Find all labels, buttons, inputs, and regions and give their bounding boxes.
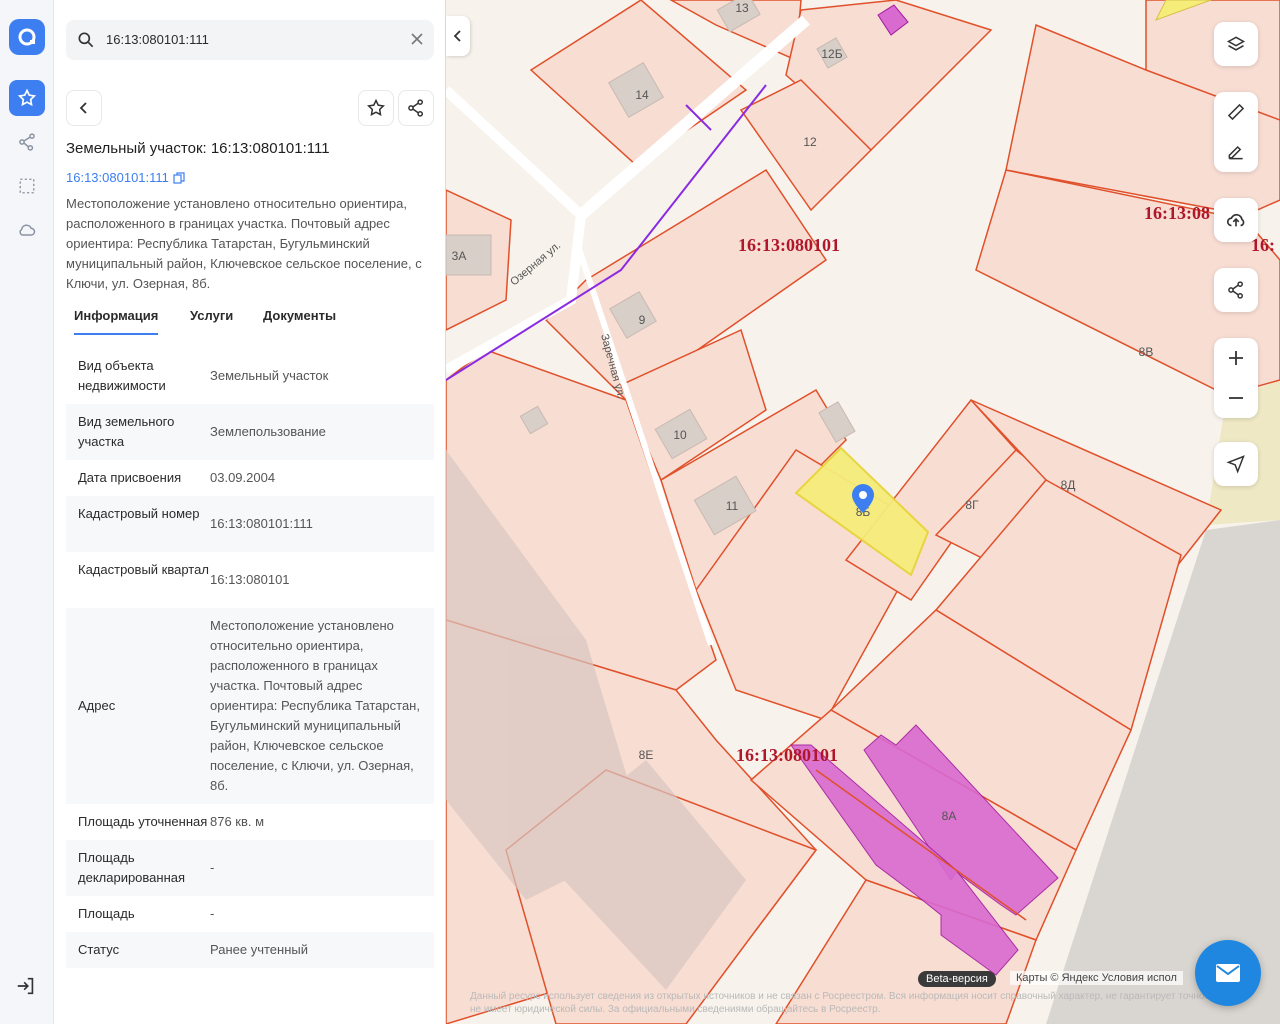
quarter-label: 16:13:080101 — [736, 745, 838, 765]
row-label: Площадь — [78, 906, 135, 921]
row-value: Землепользование — [210, 424, 326, 439]
row-value: Местоположение установлено относительно … — [210, 618, 420, 793]
location-description: Местоположение установлено относительно … — [66, 196, 422, 291]
parcel-label: 11 — [726, 499, 739, 513]
table-row: Вид объекта недвижимости Земельный участо… — [66, 348, 434, 404]
search-icon — [76, 30, 96, 55]
geolocate-button[interactable] — [1214, 442, 1258, 486]
tools-group — [1214, 92, 1258, 172]
row-label: Кадастровый номер — [78, 506, 200, 521]
table-row: Адрес Местоположение установлено относите… — [66, 608, 434, 804]
app-logo[interactable] — [9, 19, 45, 55]
tab-bar: Информация Услуги Документы — [66, 302, 436, 338]
row-value: 876 кв. м — [210, 814, 265, 829]
quarter-label: 16:13:080101 — [738, 235, 840, 255]
mail-icon — [1216, 964, 1240, 982]
navigation-arrow-icon — [1226, 455, 1245, 474]
parcel-label: 9 — [639, 313, 646, 327]
cadastral-map[interactable]: 13 14 12Б 12 3А 9 10 11 8Б 8Г 8Д 8В 8Е 8… — [446, 0, 1280, 1024]
mail-button[interactable] — [1195, 940, 1261, 1006]
table-row: Площадь уточненная 876 кв. м — [66, 804, 434, 840]
search-input[interactable]: 16:13:080101:111 — [106, 32, 209, 47]
table-row: Кадастровый квартал 16:13:080101 — [66, 552, 434, 608]
tab-services[interactable]: Услуги — [190, 308, 233, 323]
parcel-label: 3А — [452, 249, 467, 263]
cadastral-link-text[interactable]: 16:13:080101:111 — [66, 170, 169, 185]
row-value: 03.09.2004 — [210, 470, 276, 485]
table-row: Площадь декларированная - — [66, 840, 434, 896]
parcel-label: 8Г — [965, 498, 979, 512]
parcel-label: 8А — [942, 809, 957, 823]
ruler-icon[interactable] — [1226, 102, 1246, 122]
parcel-label: 8Е — [639, 748, 654, 762]
row-label: Вид объекта недвижимости — [78, 358, 166, 393]
parcel-label: 10 — [673, 428, 687, 442]
tab-information[interactable]: Информация — [74, 308, 159, 335]
copy-icon[interactable] — [173, 171, 185, 184]
row-value: 16:13:080101:111 — [210, 516, 313, 531]
map-share-button[interactable] — [1214, 268, 1258, 312]
tab-documents[interactable]: Документы — [263, 308, 336, 323]
info-panel: 16:13:080101:111 Земельный участок: 16:1… — [54, 0, 446, 1024]
cloud-icon[interactable] — [15, 218, 39, 242]
disclaimer-text: Данный ресурс использует сведения из отк… — [470, 991, 1228, 1015]
select-area-icon[interactable] — [15, 174, 39, 198]
row-value: Ранее учтенный — [210, 942, 308, 957]
row-label: Кадастровый квартал — [78, 562, 209, 577]
parcel-label: 14 — [635, 88, 649, 102]
chevron-left-icon — [453, 30, 461, 42]
layers-button[interactable] — [1214, 22, 1258, 66]
favorite-button[interactable] — [358, 90, 394, 126]
row-value: - — [210, 860, 215, 875]
table-row: Площадь - — [66, 896, 434, 932]
row-label: Статус — [78, 942, 120, 957]
row-label: Адрес — [78, 698, 116, 713]
info-table: Вид объекта недвижимости Земельный участо… — [66, 348, 434, 968]
upload-button[interactable] — [1214, 198, 1258, 242]
star-icon — [367, 98, 385, 116]
logout-icon[interactable] — [15, 975, 37, 1002]
row-label: Площадь уточненная — [78, 814, 208, 829]
parcel-label: 12Б — [821, 47, 842, 61]
zoom-out-icon[interactable] — [1227, 389, 1245, 407]
parcel-label: 8Д — [1061, 478, 1076, 492]
share-button[interactable] — [398, 90, 434, 126]
search-box[interactable]: 16:13:080101:111 — [66, 20, 434, 60]
quarter-label: 16:13:08 — [1144, 203, 1210, 223]
row-value: 16:13:080101 — [210, 572, 290, 587]
page-title: Земельный участок: 16:13:080101:111 — [66, 140, 330, 157]
table-row: Вид земельного участка Землепользование — [66, 404, 434, 460]
row-label: Дата присвоения — [78, 470, 182, 485]
back-button[interactable] — [66, 90, 102, 126]
close-icon[interactable] — [410, 32, 424, 51]
favorites-icon[interactable] — [9, 80, 45, 116]
route-icon[interactable] — [15, 130, 39, 154]
parcel-label: 8В — [1139, 345, 1154, 359]
zoom-in-icon[interactable] — [1227, 349, 1245, 367]
layers-icon — [1226, 36, 1246, 51]
row-label: Площадь декларированная — [78, 850, 186, 885]
table-row: Статус Ранее учтенный — [66, 932, 434, 968]
row-label: Вид земельного участка — [78, 414, 175, 449]
share-icon — [1228, 281, 1243, 299]
edit-icon[interactable] — [1226, 142, 1246, 162]
zoom-controls — [1214, 338, 1258, 418]
beta-badge: Beta-версия — [918, 971, 996, 987]
map-attribution[interactable]: Карты © Яндекс Условия испол — [1010, 971, 1183, 985]
row-value: Земельный участок — [210, 368, 329, 383]
cadastral-number-link[interactable]: 16:13:080101:111 — [66, 170, 185, 185]
parcel-label: 13 — [735, 1, 749, 15]
cloud-upload-icon — [1226, 213, 1245, 227]
collapse-panel-button[interactable] — [446, 16, 470, 56]
left-rail — [0, 0, 54, 1024]
map-canvas[interactable]: 13 14 12Б 12 3А 9 10 11 8Б 8Г 8Д 8В 8Е 8… — [446, 0, 1280, 1024]
parcel-label: 12 — [803, 135, 817, 149]
row-value: - — [210, 906, 215, 921]
table-row: Кадастровый номер 16:13:080101:111 — [66, 496, 434, 552]
share-icon — [408, 99, 423, 117]
table-row: Дата присвоения 03.09.2004 — [66, 460, 434, 496]
